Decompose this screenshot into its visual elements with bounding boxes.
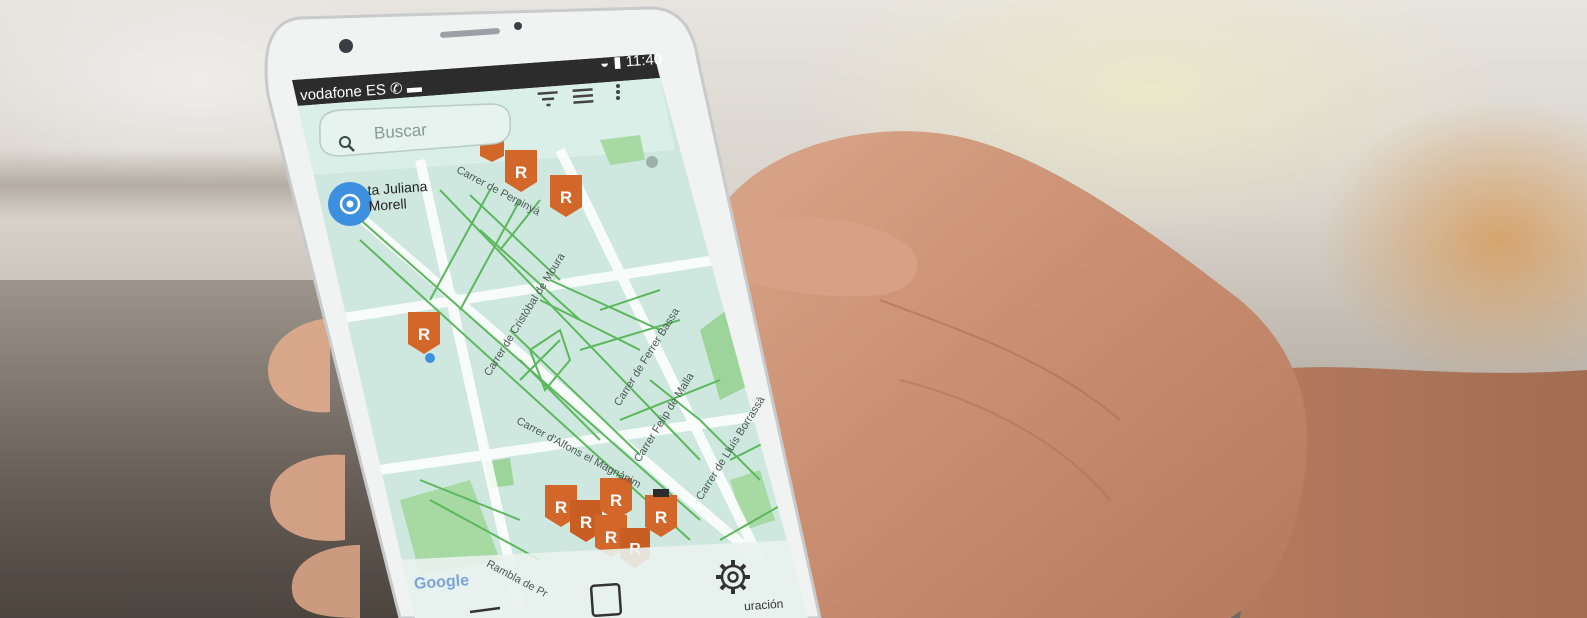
location-pin	[328, 182, 372, 226]
more-icon	[616, 84, 620, 100]
svg-text:R: R	[560, 188, 572, 207]
battery-icon: ▮	[612, 53, 623, 72]
svg-text:R: R	[580, 513, 592, 532]
svg-text:R: R	[605, 528, 617, 547]
svg-text:R: R	[610, 491, 622, 510]
place-label: ta Juliana Morell	[366, 177, 428, 215]
google-logo: Google	[413, 572, 470, 593]
svg-text:R: R	[555, 498, 567, 517]
phone: R R R R R R R R	[264, 6, 822, 618]
svg-text:R: R	[655, 508, 667, 527]
wifi-icon: ◒	[599, 54, 610, 73]
svg-text:R: R	[418, 325, 430, 344]
message-icon: ▬	[406, 78, 423, 97]
search-input[interactable]: Buscar	[373, 120, 427, 144]
whatsapp-icon: ✆	[389, 80, 404, 98]
svg-text:R: R	[515, 163, 527, 182]
marker: R	[645, 489, 677, 537]
settings-label[interactable]: uración	[744, 597, 784, 614]
